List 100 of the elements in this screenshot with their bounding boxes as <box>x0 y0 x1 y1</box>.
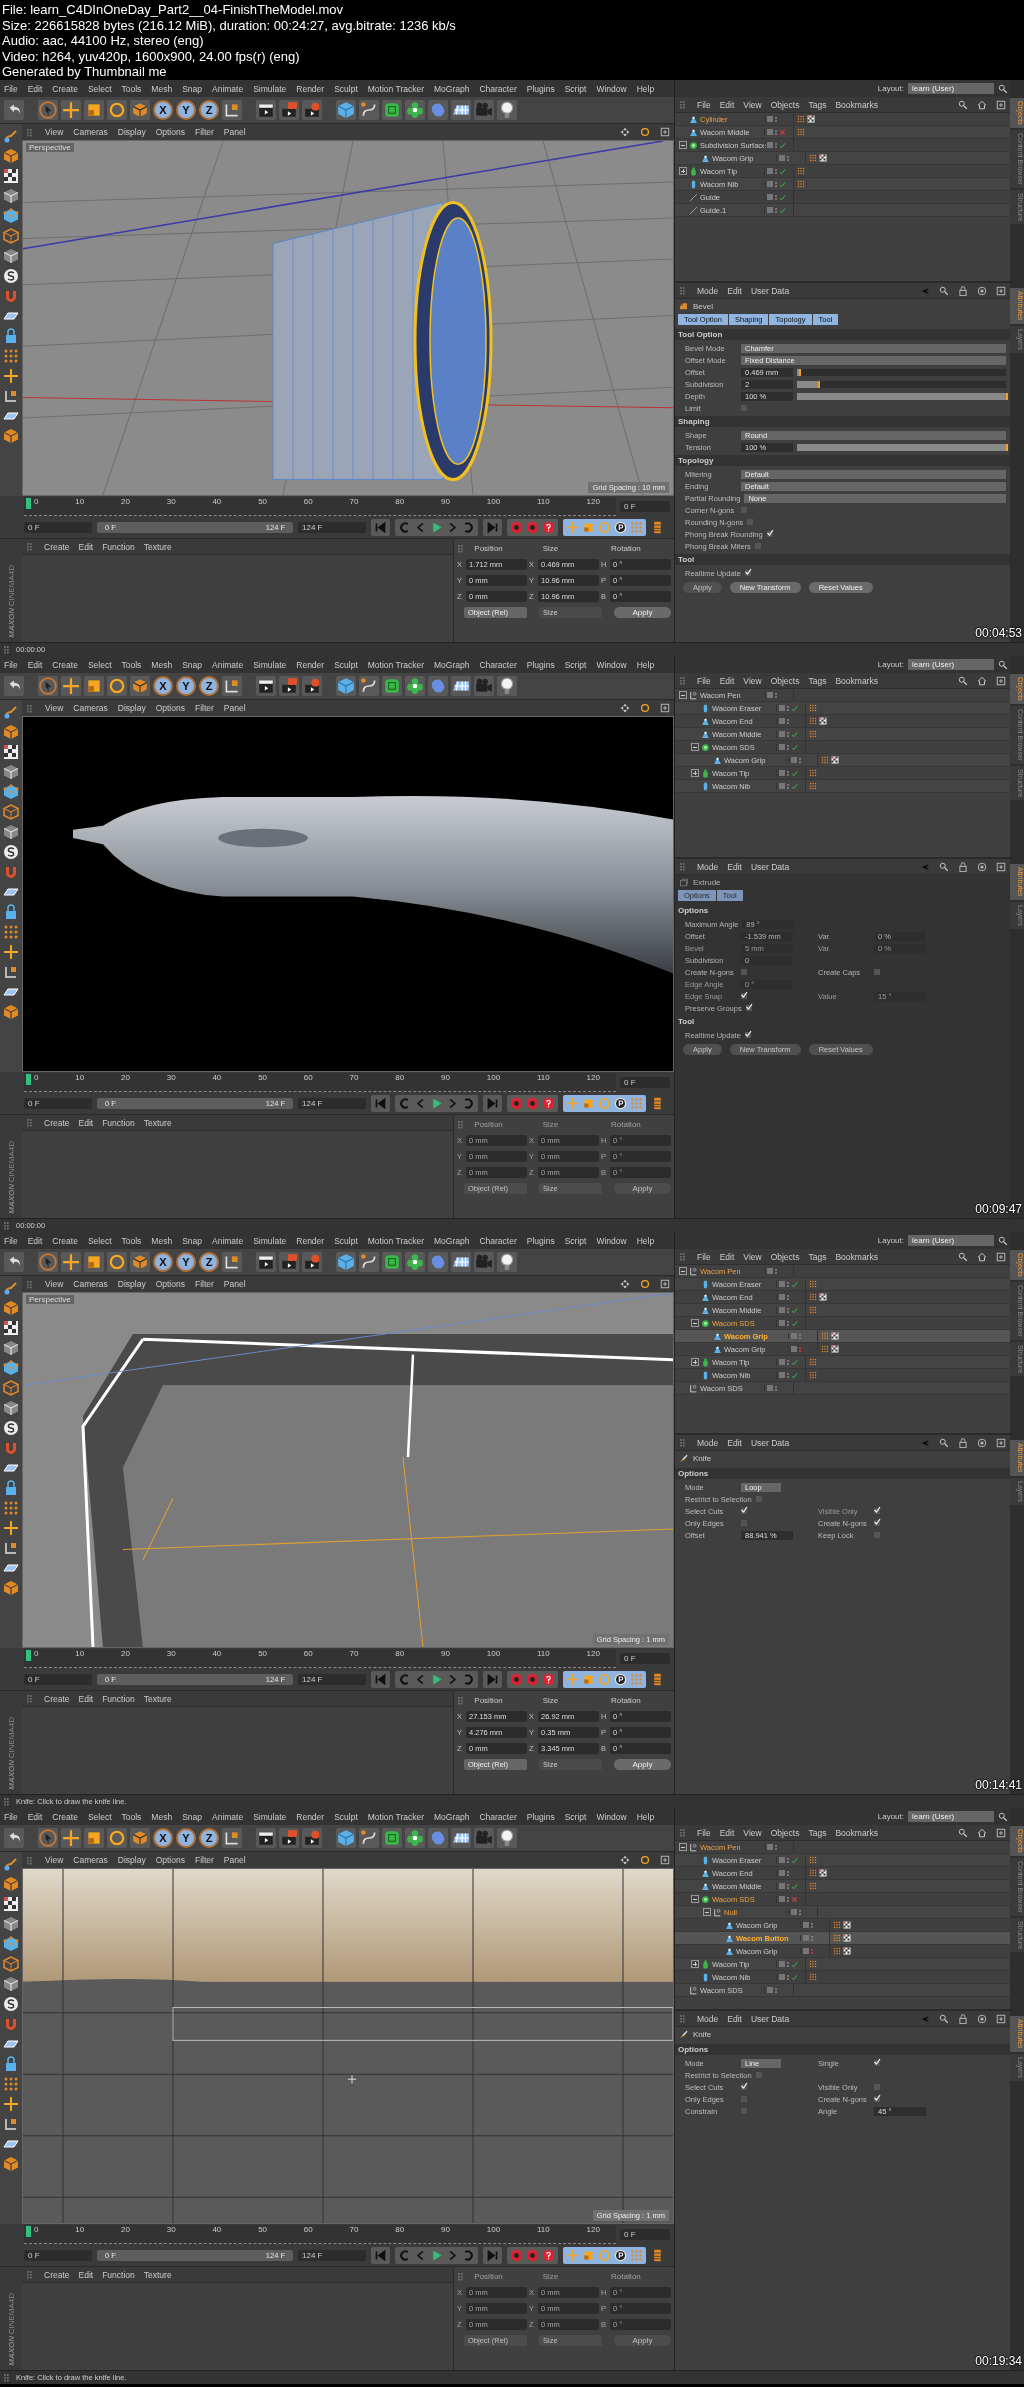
dot-grid-icon[interactable] <box>3 2076 19 2092</box>
check-icon[interactable] <box>791 1371 798 1379</box>
expand-toggle[interactable] <box>691 769 699 777</box>
expand-toggle[interactable] <box>679 141 687 149</box>
menu-item[interactable]: User Data <box>750 1437 790 1448</box>
undo-icon[interactable] <box>4 1828 24 1848</box>
menu-item[interactable]: Script <box>564 659 587 670</box>
check-icon[interactable] <box>791 743 798 751</box>
menu-item[interactable]: Bookmarks <box>835 1251 878 1262</box>
menu-item[interactable]: View <box>45 1279 64 1289</box>
menu-item[interactable]: Edit <box>727 285 742 296</box>
layer-swatch[interactable] <box>779 155 785 161</box>
maximize-icon[interactable] <box>660 703 670 713</box>
cube-icon[interactable] <box>3 248 19 264</box>
menu-item[interactable]: Create <box>44 1117 70 1128</box>
coordinate-axes-icon[interactable] <box>222 1252 242 1272</box>
layer-swatch[interactable] <box>779 770 785 776</box>
dot-cluster-icon[interactable] <box>809 1306 817 1314</box>
rotate-icon[interactable] <box>640 1855 650 1865</box>
current-frame-field[interactable]: 0 F <box>620 1652 670 1664</box>
menu-item[interactable]: Script <box>564 1811 587 1822</box>
menu-item[interactable]: Sculpt <box>334 83 358 94</box>
dot-cluster-icon[interactable] <box>809 782 817 790</box>
menu-item[interactable]: Animate <box>212 1235 244 1246</box>
parameter-icon[interactable] <box>614 520 627 534</box>
expand-toggle[interactable] <box>691 743 699 751</box>
cube-edges-icon[interactable] <box>3 1956 19 1972</box>
clapperboard-icon[interactable] <box>256 1828 276 1848</box>
dot-cluster-icon[interactable] <box>809 1371 817 1379</box>
undo-icon[interactable] <box>4 676 24 696</box>
question-icon[interactable] <box>542 2248 555 2262</box>
rotate-icon[interactable] <box>107 1252 127 1272</box>
expand-toggle[interactable] <box>691 1358 699 1366</box>
cube-icon[interactable] <box>336 676 356 696</box>
scale-icon[interactable] <box>84 676 104 696</box>
current-frame-field[interactable]: 0 F <box>620 500 670 512</box>
playhead[interactable] <box>26 1649 31 1661</box>
current-frame-field[interactable]: 0 F <box>620 2228 670 2240</box>
dot-cluster-icon[interactable] <box>797 115 805 123</box>
flower-icon[interactable] <box>405 676 425 696</box>
dot-cluster-icon[interactable] <box>809 769 817 777</box>
menu-item[interactable]: Bookmarks <box>835 99 878 110</box>
menu-item[interactable]: Window <box>596 83 627 94</box>
menu-item[interactable]: Options <box>155 1279 185 1289</box>
check-icon[interactable] <box>791 1882 798 1890</box>
menu-item[interactable]: Character <box>479 659 517 670</box>
spline-pen-icon[interactable] <box>359 1252 379 1272</box>
check-icon[interactable] <box>779 180 786 188</box>
start-frame-field[interactable]: 0 F <box>24 1097 92 1109</box>
menu-item[interactable]: Bookmarks <box>835 1827 878 1838</box>
target-icon[interactable] <box>977 285 987 296</box>
axis-lock-button[interactable]: X <box>153 676 173 696</box>
record-icon[interactable] <box>510 1096 523 1110</box>
timeline-ruler[interactable]: 0 10 20 30 40 50 60 70 80 90 100 110 120 <box>24 1072 616 1092</box>
dot-cluster-icon[interactable] <box>833 1921 841 1929</box>
lock-icon[interactable] <box>958 2013 968 2024</box>
menu-item[interactable]: Simulate <box>253 1811 287 1822</box>
menu-item[interactable]: View <box>45 127 64 137</box>
menu-item[interactable]: Motion Tracker <box>367 83 424 94</box>
scale-icon[interactable] <box>84 1828 104 1848</box>
cube-edges-icon[interactable] <box>3 804 19 820</box>
skip-back-icon[interactable] <box>374 2248 387 2262</box>
menu-item[interactable]: Texture <box>143 1117 172 1128</box>
expand-toggle[interactable] <box>679 1843 687 1851</box>
pointer-icon[interactable] <box>38 100 58 120</box>
skip-back-icon[interactable] <box>374 1096 387 1110</box>
menu-item[interactable]: Motion Tracker <box>367 659 424 670</box>
loop-back-icon[interactable] <box>398 1096 411 1110</box>
menu-item[interactable]: File <box>697 1827 711 1838</box>
coordinate-axes-icon[interactable] <box>222 1828 242 1848</box>
menu-item[interactable]: Edit <box>78 1693 94 1704</box>
layer-swatch[interactable] <box>803 1948 809 1954</box>
menu-item[interactable]: File <box>4 659 18 670</box>
floor-grid-icon[interactable] <box>451 100 471 120</box>
menu-item[interactable]: Function <box>102 1693 135 1704</box>
checkerboard-icon[interactable] <box>831 756 839 764</box>
move-icon[interactable] <box>3 944 19 960</box>
menu-item[interactable]: Filter <box>194 1279 214 1289</box>
layer-swatch[interactable] <box>767 1268 773 1274</box>
expand-toggle[interactable] <box>691 1895 699 1903</box>
axis-lock-button[interactable]: Y <box>176 100 196 120</box>
menu-item[interactable]: Edit <box>27 659 43 670</box>
dot-grid-icon[interactable] <box>3 1500 19 1516</box>
dot-cluster-icon[interactable] <box>809 1280 817 1288</box>
spline-pen-icon[interactable] <box>359 100 379 120</box>
checkerboard-icon[interactable] <box>843 1947 851 1955</box>
check-icon[interactable] <box>791 1856 798 1864</box>
menu-item[interactable]: Window <box>596 659 627 670</box>
clapperboard-gear-icon[interactable] <box>302 676 322 696</box>
layer-swatch[interactable] <box>803 1922 809 1928</box>
check-icon[interactable] <box>791 704 798 712</box>
record-icon[interactable] <box>526 520 539 534</box>
s-icon[interactable] <box>3 1420 19 1436</box>
menu-item[interactable]: Edit <box>78 1117 94 1128</box>
dot-cluster-icon[interactable] <box>809 730 817 738</box>
menu-item[interactable]: Filter <box>194 703 214 713</box>
move-icon[interactable] <box>3 368 19 384</box>
scale-icon[interactable] <box>582 1096 595 1110</box>
search-icon[interactable] <box>958 1251 968 1262</box>
clapperboard-icon[interactable] <box>256 676 276 696</box>
